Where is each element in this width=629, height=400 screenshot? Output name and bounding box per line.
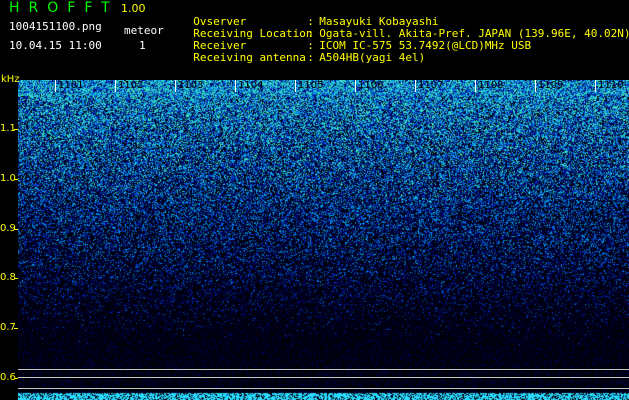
x-tick-mark: [175, 80, 176, 92]
y-tick-mark: [14, 278, 18, 279]
meta-value: A504HB(yagi 4el): [319, 51, 426, 64]
y-tick-mark: [14, 129, 18, 130]
y-tick-mark: [14, 179, 18, 180]
x-tick-label: 1105: [298, 80, 324, 91]
meta-key: Receiving antenna: [193, 51, 306, 64]
x-tick-label: 1106: [358, 80, 384, 91]
x-tick-mark: [355, 80, 356, 92]
y-axis-unit: kHz: [1, 74, 20, 85]
x-tick-label: 1103: [178, 80, 204, 91]
x-tick-mark: [295, 80, 296, 92]
y-tick-mark: [14, 229, 18, 230]
x-tick-mark: [595, 80, 596, 92]
x-tick-label: 1107: [418, 80, 444, 91]
reference-line: [18, 377, 629, 378]
y-tick-mark: [14, 378, 18, 379]
image-filename: 1004151100.png: [9, 20, 102, 33]
x-tick-label: 1104: [238, 80, 264, 91]
x-tick-mark: [55, 80, 56, 92]
reference-line: [18, 388, 629, 389]
reference-line: [18, 369, 629, 370]
x-tick-label: 1101: [58, 80, 84, 91]
meteor-label: meteor: [124, 24, 164, 37]
timestamp: 10.04.15 11:00: [9, 39, 102, 52]
x-tick-mark: [535, 80, 536, 92]
x-tick-label: 1108: [478, 80, 504, 91]
x-tick-label: 1109: [538, 80, 564, 91]
meta-separator: :: [307, 51, 314, 64]
x-tick-label: 1102: [118, 80, 144, 91]
x-tick-mark: [415, 80, 416, 92]
meteor-count: 1: [139, 39, 146, 52]
y-tick-mark: [14, 328, 18, 329]
spectrogram-canvas: [18, 80, 629, 400]
x-tick-mark: [115, 80, 116, 92]
app-version: 1.00: [121, 2, 146, 15]
app-title: HROFFT: [9, 0, 119, 16]
meta-row-antenna: Receiving antenna: A504HB(yagi 4el): [180, 40, 425, 64]
x-tick-mark: [475, 80, 476, 92]
x-tick-mark: [235, 80, 236, 92]
x-tick-label: 1110: [598, 80, 624, 91]
